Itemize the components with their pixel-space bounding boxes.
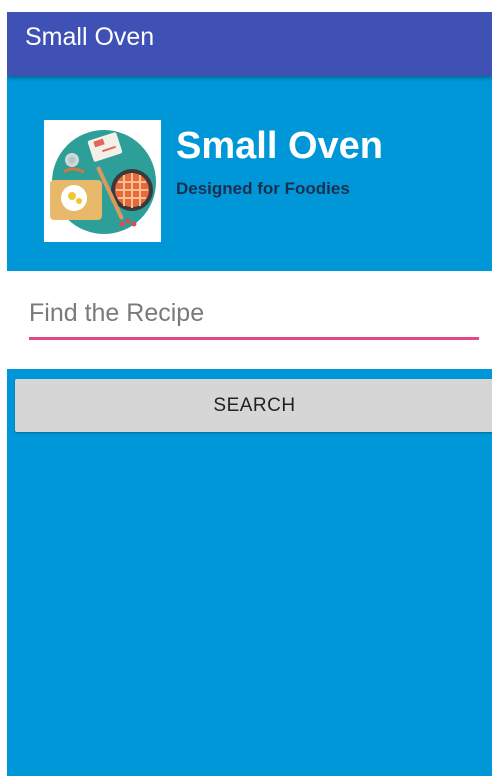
kitchen-table-illustration-icon xyxy=(44,120,161,242)
brand-title: Small Oven xyxy=(176,125,383,167)
brand-header: Small Oven Designed for Foodies xyxy=(7,76,492,272)
app-bar: Small Oven xyxy=(7,12,492,76)
search-card xyxy=(7,271,492,369)
recipe-search-input[interactable] xyxy=(29,293,479,340)
app-screen: Small Oven Small Oven Designed for Foodi… xyxy=(7,12,492,776)
search-button[interactable]: SEARCH xyxy=(15,379,492,432)
brand-tagline: Designed for Foodies xyxy=(176,179,350,198)
app-bar-title: Small Oven xyxy=(25,23,155,51)
